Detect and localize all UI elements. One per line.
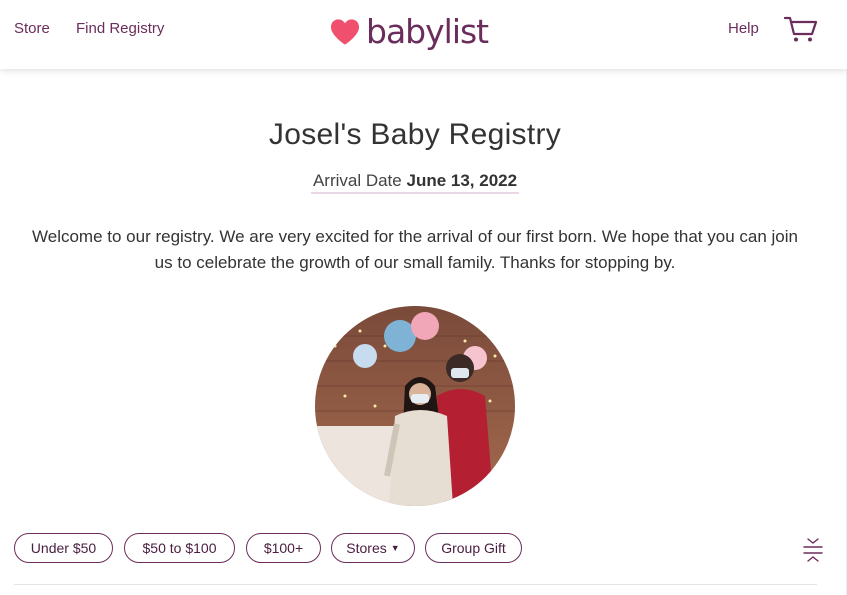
collapse-icon[interactable]: [802, 537, 824, 563]
site-header: Store Find Registry babylist Help: [0, 0, 847, 69]
filter-label: $100+: [263, 540, 304, 556]
heart-logo-icon: [330, 19, 360, 45]
nav-store-link[interactable]: Store: [14, 20, 50, 37]
filter-100-plus-button[interactable]: $100+: [246, 533, 321, 563]
registry-photo: [315, 306, 515, 506]
babylist-logo[interactable]: babylist: [330, 10, 489, 54]
cart-icon[interactable]: [784, 15, 818, 43]
filter-label: Stores: [346, 540, 387, 556]
couple-photo-image: [315, 306, 515, 506]
nav-help-link[interactable]: Help: [728, 20, 759, 37]
filter-stores-dropdown[interactable]: Stores ▼: [331, 533, 415, 563]
filter-under-50-button[interactable]: Under $50: [14, 533, 113, 563]
filter-label: $50 to $100: [142, 540, 217, 556]
filter-group-gift-button[interactable]: Group Gift: [425, 533, 522, 563]
divider: [14, 584, 817, 585]
welcome-message: Welcome to our registry. We are very exc…: [32, 227, 798, 272]
arrival-date-wrapper: Arrival Date June 13, 2022: [310, 171, 520, 194]
arrival-label: Arrival Date: [312, 171, 402, 190]
filter-50-to-100-button[interactable]: $50 to $100: [124, 533, 235, 563]
filter-label: Under $50: [30, 540, 97, 556]
registry-title: Josel's Baby Registry: [268, 118, 562, 151]
logo-text: babylist: [366, 12, 489, 51]
nav-find-registry-link[interactable]: Find Registry: [76, 20, 164, 37]
arrival-date-line: Arrival Date June 13, 2022: [0, 171, 830, 194]
caret-down-icon: ▼: [390, 543, 400, 553]
arrival-date-value: June 13, 2022: [406, 171, 518, 190]
filter-label: Group Gift: [441, 540, 506, 556]
